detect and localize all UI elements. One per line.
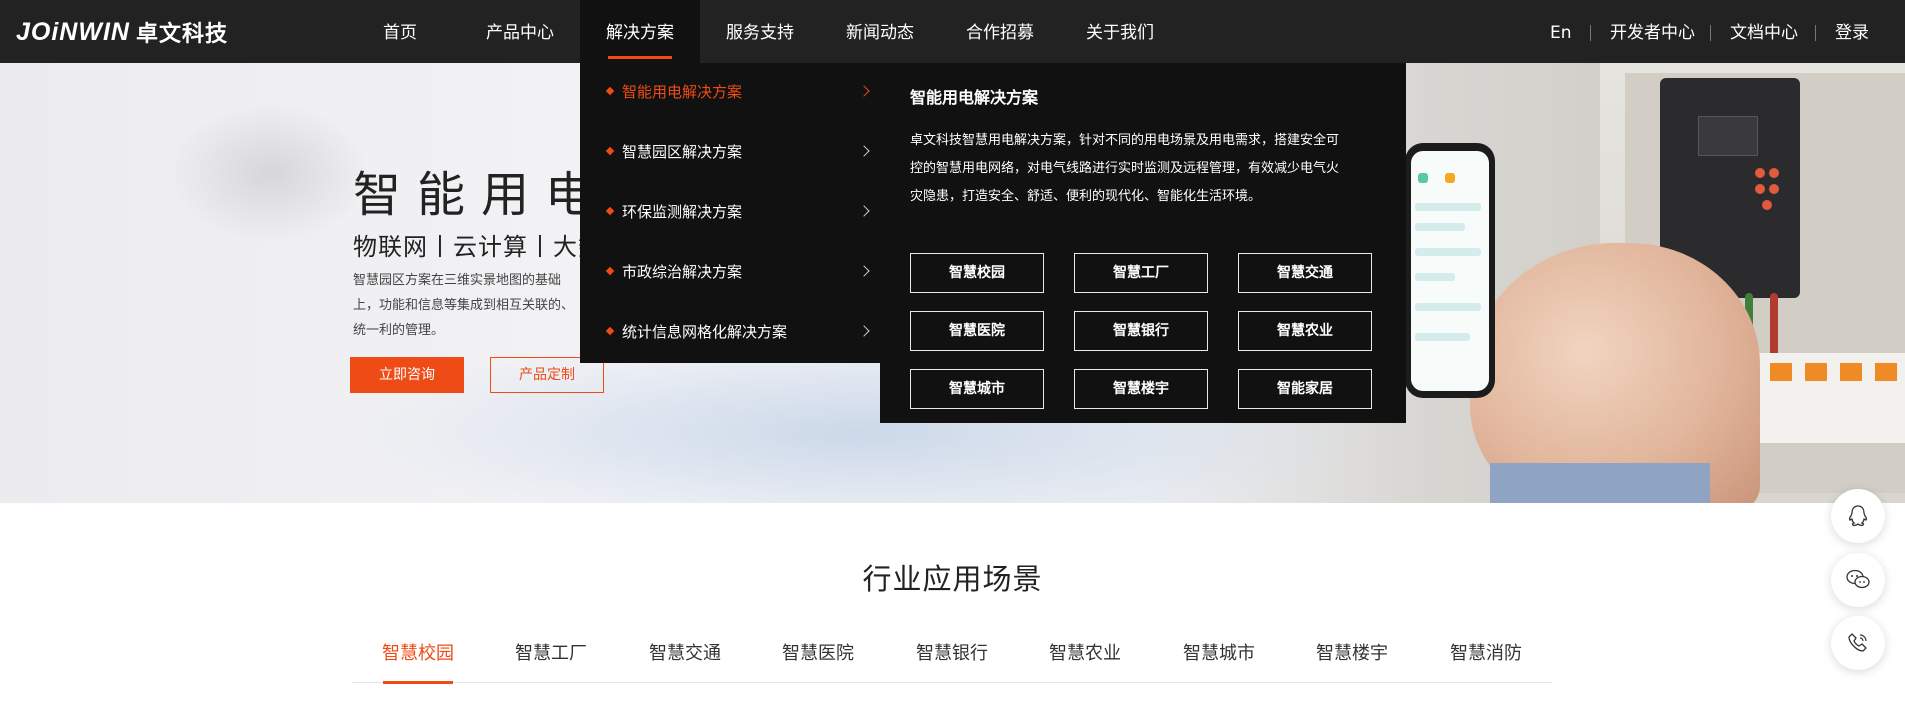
chevron-right-icon [858, 145, 870, 157]
tab-smart-traffic[interactable]: 智慧交通 [643, 639, 727, 683]
solution-detail-description: 卓文科技智慧用电解决方案，针对不同的用电场景及用电需求，搭建安全可控的智慧用电网… [910, 133, 1340, 204]
solution-item-env-monitoring[interactable]: 环保监测解决方案 [580, 183, 880, 243]
language-switch[interactable]: En [1550, 0, 1572, 63]
nav-item-products[interactable]: 产品中心 [480, 0, 560, 63]
bullet-icon [605, 326, 615, 336]
nav-item-service[interactable]: 服务支持 [720, 0, 800, 63]
nav-item-news[interactable]: 新闻动态 [840, 0, 920, 63]
industry-section-title: 行业应用场景 [862, 562, 1043, 596]
scene-tile[interactable]: 智慧城市 [910, 369, 1044, 409]
tab-smart-fire[interactable]: 智慧消防 [1444, 639, 1528, 683]
qq-contact-button[interactable] [1831, 489, 1885, 543]
nav-divider [1710, 25, 1711, 41]
site-logo[interactable]: JOiNWIN 卓文科技 [16, 16, 228, 48]
tab-smart-campus[interactable]: 智慧校园 [376, 639, 460, 684]
bullet-icon [605, 86, 615, 96]
top-navbar: JOiNWIN 卓文科技 首页 产品中心 解决方案 服务支持 新闻动态 合作招募… [0, 0, 1905, 63]
chevron-right-icon [858, 85, 870, 97]
scene-tile[interactable]: 智慧医院 [910, 311, 1044, 351]
phone-contact-button[interactable] [1831, 616, 1885, 670]
developer-center-link[interactable]: 开发者中心 [1610, 0, 1695, 63]
tab-smart-bank[interactable]: 智慧银行 [910, 639, 994, 683]
solution-detail-title: 智能用电解决方案 [910, 88, 1039, 107]
hero-subtitle: 物联网丨云计算丨大数 [353, 233, 603, 261]
scene-tile[interactable]: 智慧工厂 [1074, 253, 1208, 293]
chevron-right-icon [858, 265, 870, 277]
logo-mark: JOiNWIN [16, 17, 130, 46]
scene-tile[interactable]: 智慧银行 [1074, 311, 1208, 351]
solution-item-grid-stats[interactable]: 统计信息网格化解决方案 [580, 303, 880, 363]
scene-tile[interactable]: 智慧农业 [1238, 311, 1372, 351]
chevron-right-icon [858, 325, 870, 337]
consult-button[interactable]: 立即咨询 [350, 357, 464, 393]
industry-tabs: 智慧校园 智慧工厂 智慧交通 智慧医院 智慧银行 智慧农业 智慧城市 智慧楼宇 … [352, 635, 1552, 684]
wechat-icon [1846, 569, 1870, 589]
bullet-icon [605, 206, 615, 216]
tab-smart-agriculture[interactable]: 智慧农业 [1043, 639, 1127, 683]
phone-icon [1848, 633, 1867, 652]
tab-smart-hospital[interactable]: 智慧医院 [776, 639, 860, 683]
nav-divider [1590, 25, 1591, 41]
scene-tile[interactable]: 智慧楼宇 [1074, 369, 1208, 409]
login-link[interactable]: 登录 [1835, 0, 1869, 63]
solutions-dropdown-list: 智能用电解决方案 智慧园区解决方案 环保监测解决方案 市政综治解决方案 统计信息… [580, 63, 880, 363]
tab-smart-city[interactable]: 智慧城市 [1177, 639, 1261, 683]
scene-tile[interactable]: 智慧校园 [910, 253, 1044, 293]
tab-smart-building[interactable]: 智慧楼宇 [1310, 639, 1394, 683]
hero-title: 智能用电 [353, 167, 610, 223]
wechat-contact-button[interactable] [1831, 553, 1885, 607]
bullet-icon [605, 146, 615, 156]
scene-tile[interactable]: 智能家居 [1238, 369, 1372, 409]
bullet-icon [605, 266, 615, 276]
chevron-right-icon [858, 205, 870, 217]
nav-item-solutions[interactable]: 解决方案 [580, 0, 700, 63]
tab-smart-factory[interactable]: 智慧工厂 [509, 639, 593, 683]
hero-description: 智慧园区方案在三维实景地图的基础上，功能和信息等集成到相互关联的、统一利的管理。 [353, 273, 575, 338]
docs-center-link[interactable]: 文档中心 [1730, 0, 1798, 63]
nav-item-about[interactable]: 关于我们 [1080, 0, 1160, 63]
nav-item-partners[interactable]: 合作招募 [960, 0, 1040, 63]
solution-item-smart-power[interactable]: 智能用电解决方案 [580, 63, 880, 123]
solution-item-smart-park[interactable]: 智慧园区解决方案 [580, 123, 880, 183]
scene-tile[interactable]: 智慧交通 [1238, 253, 1372, 293]
logo-text: 卓文科技 [135, 22, 228, 47]
nav-item-home[interactable]: 首页 [370, 0, 430, 63]
solution-item-municipal[interactable]: 市政综治解决方案 [580, 243, 880, 303]
qq-icon [1848, 505, 1868, 527]
nav-divider [1815, 25, 1816, 41]
solution-detail-panel: 智能用电解决方案 卓文科技智慧用电解决方案，针对不同的用电场景及用电需求，搭建安… [880, 63, 1406, 423]
